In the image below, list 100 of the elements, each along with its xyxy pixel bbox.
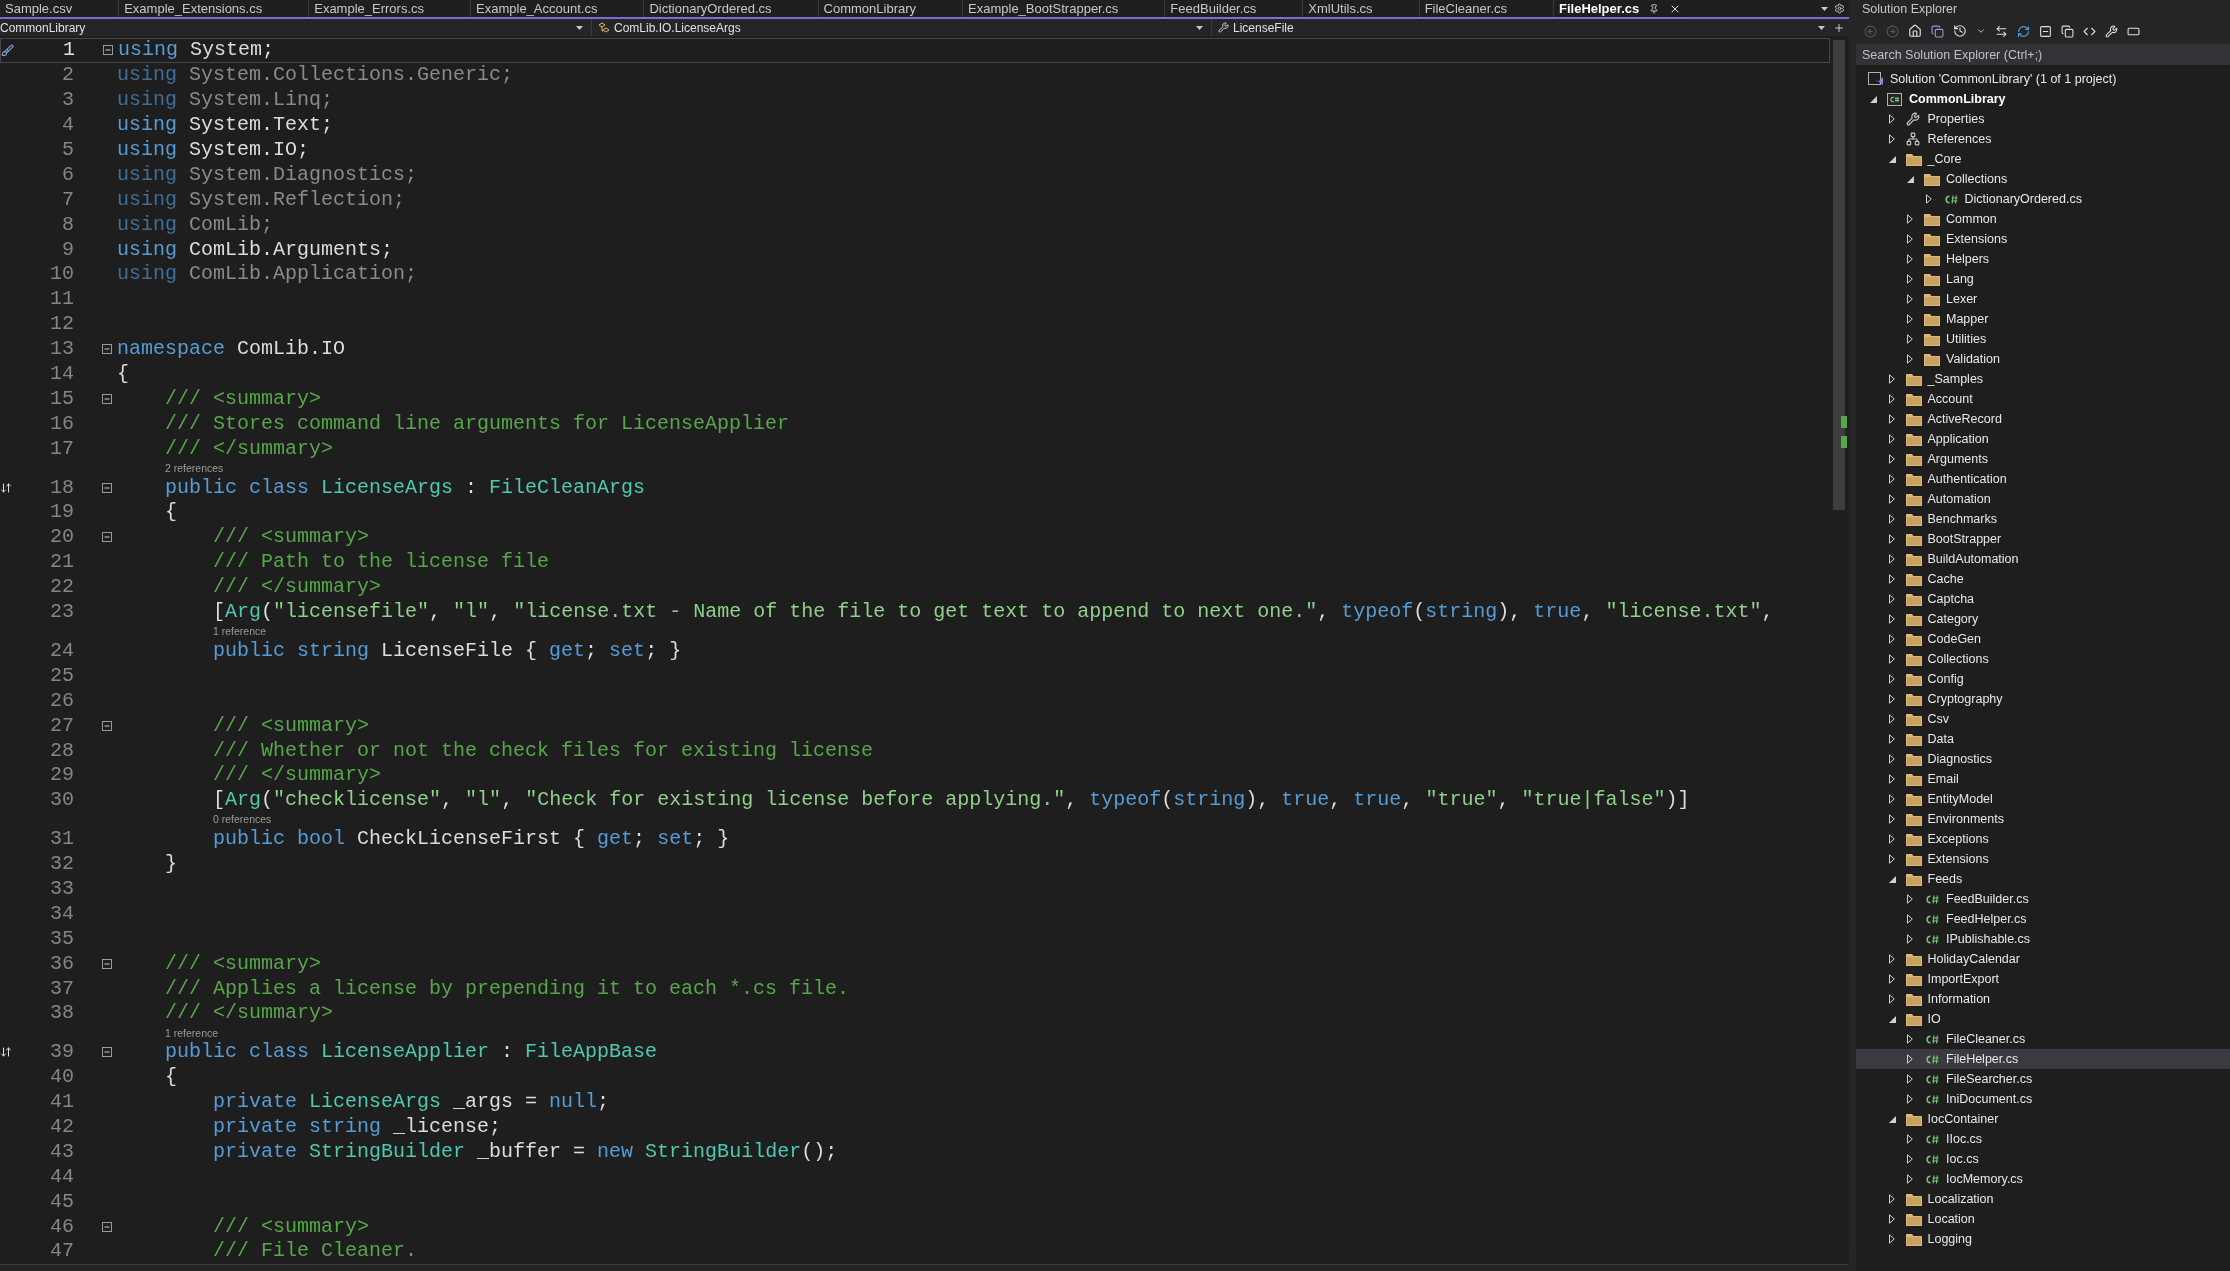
- collapsed-arrow-icon[interactable]: [1907, 1094, 1913, 1104]
- collapsed-arrow-icon[interactable]: [1888, 114, 1895, 124]
- collapsed-arrow-icon[interactable]: [1888, 454, 1895, 464]
- tree-item[interactable]: Location: [1856, 1209, 2230, 1229]
- tree-item[interactable]: IniDocument.cs: [1856, 1089, 2230, 1109]
- codelens-references[interactable]: 1 reference: [165, 1027, 219, 1039]
- tree-item[interactable]: Properties: [1856, 109, 2230, 129]
- collapsed-arrow-icon[interactable]: [1907, 214, 1913, 224]
- brush-icon[interactable]: [1, 43, 14, 57]
- collapsed-arrow-icon[interactable]: [1888, 1214, 1895, 1224]
- collapsed-arrow-icon[interactable]: [1888, 634, 1895, 644]
- collapsed-arrow-icon[interactable]: [1888, 674, 1895, 684]
- collapse-icon[interactable]: [102, 532, 112, 543]
- caret-icon[interactable]: [1976, 26, 1986, 36]
- tree-item[interactable]: Helpers: [1856, 249, 2230, 269]
- tree-item[interactable]: Ioc.cs: [1856, 1149, 2230, 1169]
- arrows-icon[interactable]: [0, 481, 12, 494]
- refresh-icon[interactable]: [2017, 24, 2030, 38]
- collapsed-arrow-icon[interactable]: [1888, 974, 1895, 984]
- collapsed-arrow-icon[interactable]: [1907, 894, 1913, 904]
- tree-item[interactable]: Localization: [1856, 1189, 2230, 1209]
- tree-item[interactable]: CodeGen: [1856, 629, 2230, 649]
- tree-item[interactable]: Automation: [1856, 489, 2230, 509]
- collapsed-arrow-icon[interactable]: [1907, 1074, 1913, 1084]
- tree-item[interactable]: IocContainer: [1856, 1109, 2230, 1129]
- collapse-icon[interactable]: [102, 1221, 112, 1232]
- collapse-icon[interactable]: [102, 1047, 112, 1058]
- tree-item[interactable]: Authentication: [1856, 469, 2230, 489]
- collapsed-arrow-icon[interactable]: [1888, 134, 1895, 144]
- collapse-icon[interactable]: [102, 344, 112, 355]
- tree-item[interactable]: EntityModel: [1856, 789, 2230, 809]
- tree-item[interactable]: Config: [1856, 669, 2230, 689]
- arrows-icon[interactable]: [0, 1046, 12, 1059]
- tree-item[interactable]: FileCleaner.cs: [1856, 1029, 2230, 1049]
- home-icon[interactable]: [1908, 24, 1922, 38]
- collapsed-arrow-icon[interactable]: [1888, 514, 1895, 524]
- tree-item[interactable]: Collections: [1856, 169, 2230, 189]
- collapsed-arrow-icon[interactable]: [1888, 834, 1895, 844]
- collapsed-arrow-icon[interactable]: [1907, 1054, 1913, 1064]
- tree-item[interactable]: Account: [1856, 389, 2230, 409]
- tree-item[interactable]: IIoc.cs: [1856, 1129, 2230, 1149]
- tree-item[interactable]: Cryptography: [1856, 689, 2230, 709]
- expanded-arrow-icon[interactable]: [1907, 175, 1914, 183]
- file-tab[interactable]: DictionaryOrdered.cs: [643, 0, 818, 17]
- collapsed-arrow-icon[interactable]: [1888, 854, 1895, 864]
- tree-item[interactable]: Benchmarks: [1856, 509, 2230, 529]
- copy-icon[interactable]: [2061, 24, 2074, 38]
- file-tab[interactable]: Example_Errors.cs: [308, 0, 471, 17]
- expanded-arrow-icon[interactable]: [1888, 1115, 1896, 1123]
- tree-item[interactable]: Captcha: [1856, 589, 2230, 609]
- collapsed-arrow-icon[interactable]: [1888, 814, 1895, 824]
- tree-item[interactable]: References: [1856, 129, 2230, 149]
- tree-item[interactable]: Solution 'CommonLibrary' (1 of 1 project): [1856, 69, 2230, 89]
- collapsed-arrow-icon[interactable]: [1888, 694, 1895, 704]
- collapse-all-icon[interactable]: [2039, 24, 2052, 38]
- tree-item[interactable]: Diagnostics: [1856, 749, 2230, 769]
- collapse-icon[interactable]: [102, 393, 112, 404]
- codelens-references[interactable]: 1 reference: [213, 626, 267, 637]
- history-icon[interactable]: [1953, 24, 1967, 38]
- collapse-icon[interactable]: [103, 45, 113, 56]
- collapsed-arrow-icon[interactable]: [1888, 614, 1895, 624]
- tree-item[interactable]: FeedHelper.cs: [1856, 909, 2230, 929]
- project-dropdown[interactable]: CommonLibrary: [0, 19, 592, 36]
- tree-item[interactable]: Application: [1856, 429, 2230, 449]
- tree-item[interactable]: Email: [1856, 769, 2230, 789]
- collapse-icon[interactable]: [102, 958, 112, 969]
- tree-item[interactable]: FileHelper.cs: [1856, 1049, 2230, 1069]
- file-tab[interactable]: Example_Account.cs: [470, 0, 644, 17]
- collapsed-arrow-icon[interactable]: [1907, 1034, 1913, 1044]
- collapsed-arrow-icon[interactable]: [1888, 654, 1895, 664]
- expanded-arrow-icon[interactable]: [1888, 1015, 1896, 1023]
- split-icon[interactable]: [1833, 21, 1845, 34]
- collapsed-arrow-icon[interactable]: [1888, 994, 1895, 1004]
- collapsed-arrow-icon[interactable]: [1888, 534, 1895, 544]
- collapsed-arrow-icon[interactable]: [1907, 294, 1913, 304]
- collapsed-arrow-icon[interactable]: [1888, 1234, 1895, 1244]
- collapsed-arrow-icon[interactable]: [1888, 754, 1895, 764]
- file-tab[interactable]: FeedBuilder.cs: [1164, 0, 1303, 17]
- switch-views-icon[interactable]: [1931, 24, 1944, 38]
- tree-item[interactable]: Lang: [1856, 269, 2230, 289]
- collapsed-arrow-icon[interactable]: [1888, 474, 1895, 484]
- type-dropdown[interactable]: ComLib.IO.LicenseArgs: [592, 19, 1212, 36]
- collapsed-arrow-icon[interactable]: [1888, 374, 1895, 384]
- tree-item[interactable]: Environments: [1856, 809, 2230, 829]
- tree-item[interactable]: Utilities: [1856, 329, 2230, 349]
- tree-item[interactable]: BuildAutomation: [1856, 549, 2230, 569]
- collapsed-arrow-icon[interactable]: [1888, 394, 1895, 404]
- tree-item[interactable]: IocMemory.cs: [1856, 1169, 2230, 1189]
- tree-item[interactable]: _Core: [1856, 149, 2230, 169]
- tree-item[interactable]: DictionaryOrdered.cs: [1856, 189, 2230, 209]
- collapsed-arrow-icon[interactable]: [1888, 554, 1895, 564]
- collapsed-arrow-icon[interactable]: [1907, 914, 1913, 924]
- tree-item[interactable]: Feeds: [1856, 869, 2230, 889]
- collapsed-arrow-icon[interactable]: [1907, 274, 1913, 284]
- collapsed-arrow-icon[interactable]: [1907, 1154, 1913, 1164]
- tree-item[interactable]: Arguments: [1856, 449, 2230, 469]
- expanded-arrow-icon[interactable]: [1888, 875, 1896, 883]
- collapsed-arrow-icon[interactable]: [1888, 794, 1895, 804]
- collapsed-arrow-icon[interactable]: [1888, 494, 1895, 504]
- tree-item[interactable]: Common: [1856, 209, 2230, 229]
